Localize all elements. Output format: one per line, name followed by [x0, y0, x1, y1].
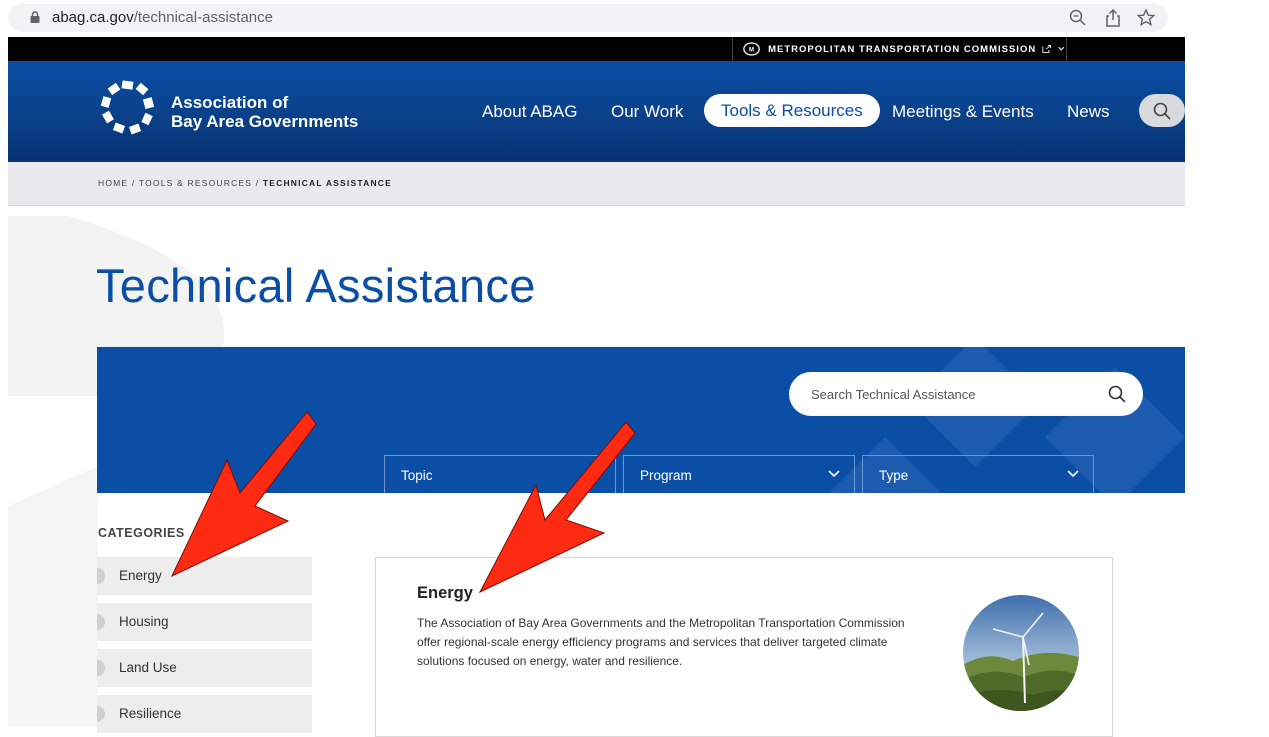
- breadcrumb-bar: HOME / TOOLS & RESOURCES / TECHNICAL ASS…: [8, 162, 1185, 206]
- program-dropdown[interactable]: Program: [623, 455, 855, 493]
- breadcrumb-home[interactable]: HOME: [98, 178, 128, 188]
- url-text[interactable]: abag.ca.gov/technical-assistance: [52, 9, 273, 26]
- technical-assistance-search-input[interactable]: [811, 372, 1091, 416]
- topic-dropdown[interactable]: Topic: [384, 455, 616, 493]
- category-land-use[interactable]: Land Use: [97, 649, 312, 687]
- category-housing[interactable]: Housing: [97, 603, 312, 641]
- lock-icon: [30, 11, 40, 23]
- mtc-link[interactable]: M METROPOLITAN TRANSPORTATION COMMISSION: [732, 37, 1067, 61]
- brand-name[interactable]: Association of Bay Area Governments: [171, 93, 358, 131]
- nav-about-abag[interactable]: About ABAG: [482, 102, 577, 122]
- search-icon: [1153, 102, 1171, 120]
- mtc-label: METROPOLITAN TRANSPORTATION COMMISSION: [768, 43, 1037, 55]
- nav-meetings-events[interactable]: Meetings & Events: [892, 102, 1034, 122]
- search-icon[interactable]: [1107, 384, 1127, 404]
- breadcrumb: HOME / TOOLS & RESOURCES / TECHNICAL ASS…: [98, 178, 392, 188]
- chevron-down-icon: [1058, 46, 1065, 51]
- bullet-icon: [97, 568, 105, 584]
- type-dropdown[interactable]: Type: [862, 455, 1094, 493]
- svg-text:M: M: [749, 48, 754, 54]
- category-energy[interactable]: Energy: [97, 557, 312, 595]
- filter-panel: Topic Program Type: [97, 347, 1185, 493]
- abag-logo-icon[interactable]: [96, 79, 162, 137]
- share-icon[interactable]: [1103, 8, 1123, 28]
- page-title: Technical Assistance: [96, 259, 536, 312]
- external-link-icon: [1042, 45, 1052, 53]
- bookmark-star-icon[interactable]: [1136, 8, 1156, 28]
- card-description: The Association of Bay Area Governments …: [417, 616, 905, 668]
- nav-news[interactable]: News: [1067, 102, 1110, 122]
- categories-heading: CATEGORIES: [98, 526, 185, 540]
- wind-turbine-image: [963, 595, 1079, 711]
- mtc-utility-bar: M METROPOLITAN TRANSPORTATION COMMISSION: [8, 37, 1185, 61]
- bullet-icon: [97, 660, 105, 676]
- card-title[interactable]: Energy: [417, 584, 473, 603]
- nav-our-work[interactable]: Our Work: [611, 102, 683, 122]
- mtc-logo-icon: M: [743, 42, 760, 56]
- technical-assistance-search: [789, 372, 1143, 416]
- breadcrumb-tools-resources[interactable]: TOOLS & RESOURCES: [139, 178, 252, 188]
- chevron-down-icon: [828, 470, 840, 478]
- nav-tools-resources[interactable]: Tools & Resources: [704, 94, 880, 127]
- bullet-icon: [97, 614, 105, 630]
- zoom-icon[interactable]: [1068, 8, 1088, 28]
- browser-url-bar: abag.ca.gov/technical-assistance: [0, 0, 1269, 36]
- site-header: Association of Bay Area Governments Abou…: [8, 61, 1185, 162]
- bullet-icon: [97, 706, 105, 722]
- category-resilience[interactable]: Resilience: [97, 695, 312, 733]
- site-search-button[interactable]: [1139, 94, 1185, 127]
- result-card-energy[interactable]: Energy The Association of Bay Area Gover…: [375, 557, 1113, 737]
- breadcrumb-current: TECHNICAL ASSISTANCE: [262, 178, 392, 188]
- chevron-down-icon: [1067, 470, 1079, 478]
